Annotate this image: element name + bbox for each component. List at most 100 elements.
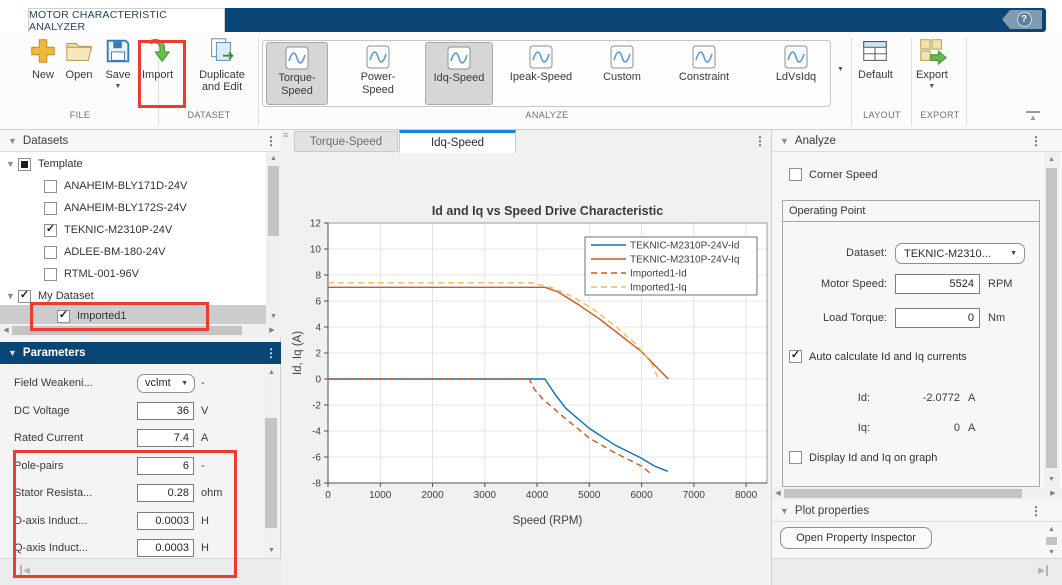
- pole-pairs-field[interactable]: [137, 457, 194, 475]
- help-button[interactable]: ?: [1002, 10, 1042, 29]
- wave-icon: [366, 45, 390, 69]
- collapse-triangle-icon[interactable]: ▼: [780, 136, 789, 146]
- collapse-triangle-icon[interactable]: ▼: [8, 348, 17, 358]
- export-label: Export: [916, 69, 948, 81]
- corner-speed-checkbox[interactable]: [789, 168, 802, 181]
- d-axis-inductance-field[interactable]: [137, 512, 194, 530]
- stator-resistance-field[interactable]: [137, 484, 194, 502]
- tree-item[interactable]: RTML-001-96V: [44, 264, 139, 284]
- rated-current-field[interactable]: [137, 429, 194, 447]
- analyze-torque-speed-button[interactable]: Torque-Speed: [266, 42, 328, 105]
- parameter-unit: V: [201, 405, 208, 417]
- scroll-right-icon[interactable]: ▶: [1049, 490, 1057, 498]
- plot-properties-header[interactable]: ▼ Plot properties: [772, 500, 1062, 522]
- scroll-down-icon[interactable]: ▼: [1047, 476, 1056, 484]
- tree-item[interactable]: ANAHEIM-BLY171D-24V: [44, 176, 187, 196]
- analyze-ldvsidq-button[interactable]: LdVsIdq: [768, 42, 824, 105]
- analyze-vertical-scrollbar[interactable]: ▲ ▼: [1044, 152, 1059, 487]
- tab-idq-speed[interactable]: Idq-Speed: [399, 130, 516, 153]
- tree-expand-icon[interactable]: ▼: [6, 291, 18, 301]
- scroll-down-icon[interactable]: ▼: [269, 313, 278, 321]
- dataset-checkbox[interactable]: [44, 268, 57, 281]
- q-axis-inductance-field[interactable]: [137, 539, 194, 557]
- tree-item[interactable]: ANAHEIM-BLY172S-24V: [44, 198, 187, 218]
- open-label: Open: [66, 69, 93, 81]
- scroll-up-icon[interactable]: ▲: [1047, 156, 1056, 164]
- save-button[interactable]: Save ▼: [103, 36, 133, 90]
- dataset-checkbox[interactable]: ✓: [44, 224, 57, 237]
- analyze-power-speed-button[interactable]: Power-Speed: [348, 42, 408, 105]
- export-button[interactable]: Export ▼: [916, 36, 948, 90]
- analyze-panel-header[interactable]: ▼ Analyze: [772, 130, 1062, 152]
- motor-speed-field[interactable]: [895, 274, 980, 294]
- open-property-inspector-button[interactable]: Open Property Inspector: [780, 527, 932, 549]
- dc-voltage-field[interactable]: [137, 402, 194, 420]
- analyze-gallery-dropdown-icon[interactable]: ▼: [837, 66, 844, 73]
- parameters-menu-icon[interactable]: ⋮: [265, 346, 277, 360]
- datasets-panel-header[interactable]: ▼ Datasets: [0, 130, 281, 152]
- open-button[interactable]: Open: [64, 36, 94, 81]
- scroll-up-icon[interactable]: ▲: [1047, 526, 1056, 534]
- collapse-panel-left-icon[interactable]: ◀: [20, 565, 30, 576]
- scroll-left-icon[interactable]: ◀: [774, 490, 782, 498]
- new-button[interactable]: New: [28, 36, 58, 81]
- tree-item[interactable]: ✓ TEKNIC-M2310P-24V: [44, 220, 172, 240]
- scrollbar-thumb[interactable]: [1046, 168, 1057, 468]
- plot-area-menu-icon[interactable]: ⋮: [754, 134, 766, 148]
- dataset-checkbox[interactable]: [44, 180, 57, 193]
- tree-group-template[interactable]: ▼ Template: [6, 154, 83, 174]
- imported1-checkbox[interactable]: ✓: [57, 310, 70, 323]
- panel-grip-icon[interactable]: ≡: [283, 133, 291, 149]
- tree-expand-icon[interactable]: ▼: [6, 159, 18, 169]
- datasets-horizontal-scrollbar[interactable]: ◀ ▶: [0, 324, 281, 337]
- tree-item[interactable]: ADLEE-BM-180-24V: [44, 242, 166, 262]
- analyze-menu-icon[interactable]: ⋮: [1030, 134, 1042, 148]
- scrollbar-thumb[interactable]: [268, 166, 279, 236]
- datasets-vertical-scrollbar[interactable]: ▲ ▼: [266, 152, 281, 324]
- wave-icon: [529, 45, 553, 69]
- export-dropdown-arrow-icon[interactable]: ▼: [928, 83, 935, 90]
- load-torque-field[interactable]: [895, 308, 980, 328]
- dataset-checkbox[interactable]: [44, 246, 57, 259]
- parameters-panel-header[interactable]: ▼ Parameters: [0, 342, 281, 364]
- scroll-down-icon[interactable]: ▼: [1047, 549, 1056, 557]
- scroll-down-icon[interactable]: ▼: [267, 547, 276, 555]
- collapse-panel-right-icon[interactable]: ▶: [1038, 565, 1048, 576]
- scroll-right-icon[interactable]: ▶: [268, 327, 276, 335]
- scrollbar-thumb[interactable]: [1046, 537, 1057, 545]
- analyze-custom-button[interactable]: Custom: [596, 42, 648, 105]
- dataset-dropdown[interactable]: TEKNIC-M2310... ▼: [895, 243, 1025, 264]
- save-dropdown-arrow-icon[interactable]: ▼: [115, 83, 122, 90]
- analyze-constraint-button[interactable]: Constraint: [670, 42, 738, 105]
- operating-point-title: Operating Point: [783, 201, 1039, 222]
- auto-calculate-checkbox[interactable]: ✓: [789, 350, 802, 363]
- collapse-triangle-icon[interactable]: ▼: [8, 136, 17, 146]
- duplicate-and-edit-button[interactable]: Duplicate and Edit: [193, 36, 251, 93]
- scrollbar-thumb[interactable]: [784, 489, 1022, 498]
- field-weakening-dropdown[interactable]: vclmt ▼: [137, 374, 195, 393]
- scrollbar-thumb[interactable]: [265, 418, 277, 528]
- parameters-vertical-scrollbar[interactable]: ▲ ▼: [263, 366, 279, 558]
- scroll-left-icon[interactable]: ◀: [2, 327, 10, 335]
- template-checkbox[interactable]: [18, 158, 31, 171]
- collapse-triangle-icon[interactable]: ▼: [780, 506, 789, 516]
- dataset-checkbox[interactable]: [44, 202, 57, 215]
- plot-properties-menu-icon[interactable]: ⋮: [1030, 504, 1042, 518]
- scrollbar-thumb[interactable]: [12, 326, 242, 335]
- default-layout-button[interactable]: Default: [858, 36, 893, 81]
- scroll-up-icon[interactable]: ▲: [267, 369, 276, 377]
- analyze-ipeak-speed-button[interactable]: Ipeak-Speed: [505, 42, 577, 105]
- import-button[interactable]: Import: [142, 36, 173, 81]
- svg-text:2000: 2000: [421, 490, 444, 501]
- display-id-iq-checkbox[interactable]: [789, 451, 802, 464]
- my-dataset-checkbox[interactable]: ✓: [18, 290, 31, 303]
- tree-group-my-dataset[interactable]: ▼ ✓ My Dataset: [6, 286, 94, 306]
- collapse-toolstrip-icon[interactable]: ▲: [1026, 111, 1040, 123]
- tab-torque-speed[interactable]: Torque-Speed: [294, 131, 398, 152]
- datasets-menu-icon[interactable]: ⋮: [265, 134, 277, 148]
- analyze-horizontal-scrollbar[interactable]: ◀ ▶: [772, 487, 1062, 500]
- analyze-idq-speed-button[interactable]: Idq-Speed: [425, 42, 493, 105]
- scroll-up-icon[interactable]: ▲: [269, 155, 278, 163]
- app-tab[interactable]: MOTOR CHARACTERISTIC ANALYZER: [28, 8, 225, 32]
- plot-properties-scrollbar[interactable]: ▲ ▼: [1044, 524, 1059, 558]
